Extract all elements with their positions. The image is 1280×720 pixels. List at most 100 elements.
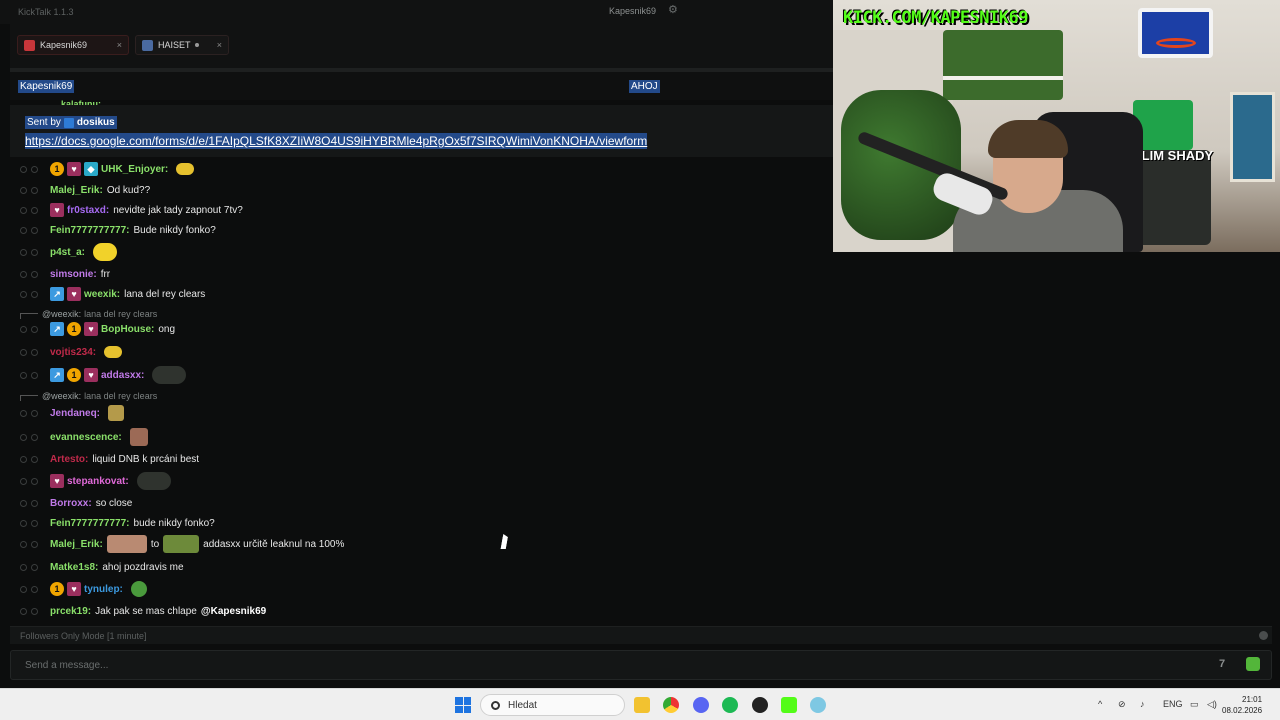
close-icon[interactable]: ×: [117, 40, 122, 50]
chat-message[interactable]: Jendaneq:: [10, 403, 125, 423]
mod-actions[interactable]: [20, 348, 38, 356]
mod-actions[interactable]: [20, 585, 38, 593]
kick-icon[interactable]: [781, 697, 797, 713]
current-user[interactable]: Kapesnik69: [609, 6, 656, 16]
chat-username[interactable]: evannescence:: [50, 432, 122, 443]
chat-message[interactable]: ♥ stepankovat:: [10, 471, 171, 491]
chat-username[interactable]: UHK_Enjoyer:: [101, 164, 168, 175]
reply-preview: @weexik: lana del rey clears: [20, 308, 157, 319]
chat-username[interactable]: vojtis234:: [50, 347, 96, 358]
chat-message[interactable]: Borroxx: so close: [10, 493, 132, 513]
mod-actions[interactable]: [20, 499, 38, 507]
network-icon[interactable]: ⊘: [1118, 699, 1126, 710]
chat-username[interactable]: stepankovat:: [67, 476, 129, 487]
chat-username[interactable]: simsonie:: [50, 269, 97, 280]
chat-username[interactable]: Malej_Erik:: [50, 539, 103, 550]
emote-picker-icon[interactable]: [1246, 657, 1260, 671]
monitor-icon[interactable]: ▭: [1190, 699, 1199, 710]
chat-username[interactable]: Fein7777777777:: [50, 225, 130, 236]
mod-actions[interactable]: [20, 607, 38, 615]
chat-message[interactable]: 1 ♥ ◆ UHK_Enjoyer:: [10, 159, 195, 179]
mod-actions[interactable]: [20, 455, 38, 463]
chat-username[interactable]: Borroxx:: [50, 498, 92, 509]
volume-icon[interactable]: ◁): [1207, 699, 1217, 710]
mod-actions[interactable]: [20, 206, 38, 214]
mod-actions[interactable]: [20, 248, 38, 256]
chat-username[interactable]: fr0staxd:: [67, 205, 109, 216]
mod-actions[interactable]: [20, 165, 38, 173]
chat-mention[interactable]: @Kapesnik69: [201, 606, 266, 617]
chat-message[interactable]: ↗ ♥ weexik: lana del rey clears: [10, 284, 205, 304]
chat-message[interactable]: Fein7777777777: bude nikdy fonko?: [10, 513, 215, 533]
chat-message[interactable]: ↗ 1 ♥ BopHouse: ong: [10, 319, 175, 339]
chat-username[interactable]: weexik:: [84, 289, 120, 300]
chrome-icon[interactable]: [663, 697, 679, 713]
pinned-sender-name[interactable]: dosikus: [77, 117, 115, 128]
mod-actions[interactable]: [20, 477, 38, 485]
mod-actions[interactable]: [20, 409, 38, 417]
chat-username[interactable]: prcek19:: [50, 606, 91, 617]
chat-message[interactable]: 1 ♥ tynulep:: [10, 579, 147, 599]
chat-message[interactable]: p4st_a:: [10, 242, 118, 262]
chat-message[interactable]: Matke1s8: ahoj pozdravis me: [10, 557, 184, 577]
clock[interactable]: 21:01 08.02.2026: [1222, 694, 1262, 716]
chat-message[interactable]: Malej_Erik: to addasxx určitě leaknul na…: [10, 534, 344, 554]
chevron-up-icon[interactable]: ^: [1098, 699, 1102, 709]
message-input[interactable]: [11, 651, 1191, 679]
subscriber-badge: ♥: [67, 287, 81, 301]
chat-username[interactable]: tynulep:: [84, 584, 123, 595]
chat-username[interactable]: Jendaneq:: [50, 408, 100, 419]
chat-message[interactable]: ↗ 1 ♥ addasxx:: [10, 365, 187, 385]
chat-username[interactable]: Fein7777777777:: [50, 518, 130, 529]
chat-username[interactable]: addasxx:: [101, 370, 144, 381]
file-explorer-icon[interactable]: [634, 697, 650, 713]
chat-username[interactable]: BopHouse:: [101, 324, 154, 335]
chat-message[interactable]: Artesto: liquid DNB k prcáni best: [10, 449, 199, 469]
clock-time: 21:01: [1242, 695, 1263, 704]
mod-actions[interactable]: [20, 270, 38, 278]
mod-actions[interactable]: [20, 540, 38, 548]
spotify-icon[interactable]: [722, 697, 738, 713]
close-icon[interactable]: ×: [217, 40, 222, 50]
mod-actions[interactable]: [20, 563, 38, 571]
slim-shady-poster: [1131, 150, 1211, 245]
mic-icon[interactable]: ♪: [1140, 699, 1145, 709]
seventv-icon[interactable]: 7: [1219, 658, 1225, 670]
mod-actions[interactable]: [20, 325, 38, 333]
tab-haiset[interactable]: HAISET ×: [135, 35, 229, 55]
chat-message[interactable]: simsonie: frr: [10, 264, 110, 284]
chat-message[interactable]: prcek19: Jak pak se mas chlape @Kapesnik…: [10, 601, 266, 621]
chat-text: lana del rey clears: [124, 288, 206, 300]
gear-icon[interactable]: ⚙: [668, 3, 678, 16]
chat-message[interactable]: Malej_Erik: Od kud??: [10, 180, 150, 200]
discord-icon[interactable]: [693, 697, 709, 713]
chat-text: Jak pak se mas chlape: [95, 605, 197, 617]
tab-kapesnik69[interactable]: Kapesnik69 ×: [17, 35, 129, 55]
mod-actions[interactable]: [20, 226, 38, 234]
taskbar-search[interactable]: Hledat: [480, 694, 625, 716]
language-indicator[interactable]: ENG: [1163, 699, 1183, 709]
mod-actions[interactable]: [20, 519, 38, 527]
obs-icon[interactable]: [752, 697, 768, 713]
emote: [108, 405, 125, 421]
pinned-link[interactable]: https://docs.google.com/forms/d/e/1FAIpQ…: [25, 133, 648, 149]
chat-username[interactable]: Artesto:: [50, 454, 88, 465]
mod-actions[interactable]: [20, 433, 38, 441]
info-icon[interactable]: [1259, 631, 1268, 640]
chat-message[interactable]: vojtis234:: [10, 342, 123, 362]
chat-message[interactable]: ♥ fr0staxd: nevidte jak tady zapnout 7tv…: [10, 200, 243, 220]
kicktalk-icon[interactable]: [810, 697, 826, 713]
windows-start-icon[interactable]: [455, 697, 471, 713]
subscriber-badge: ♥: [67, 582, 81, 596]
reply-user: @weexik:: [42, 390, 82, 401]
mod-actions[interactable]: [20, 186, 38, 194]
chat-message[interactable]: evannescence:: [10, 427, 148, 447]
chat-username[interactable]: p4st_a:: [50, 247, 85, 258]
chat-username[interactable]: Malej_Erik:: [50, 185, 103, 196]
chat-username[interactable]: Matke1s8:: [50, 562, 98, 573]
channel-name: Kapesnik69: [18, 80, 75, 93]
chat-message[interactable]: Fein7777777777: Bude nikdy fonko?: [10, 220, 216, 240]
mod-actions[interactable]: [20, 290, 38, 298]
mod-actions[interactable]: [20, 371, 38, 379]
subscriber-badge: ♥: [84, 322, 98, 336]
